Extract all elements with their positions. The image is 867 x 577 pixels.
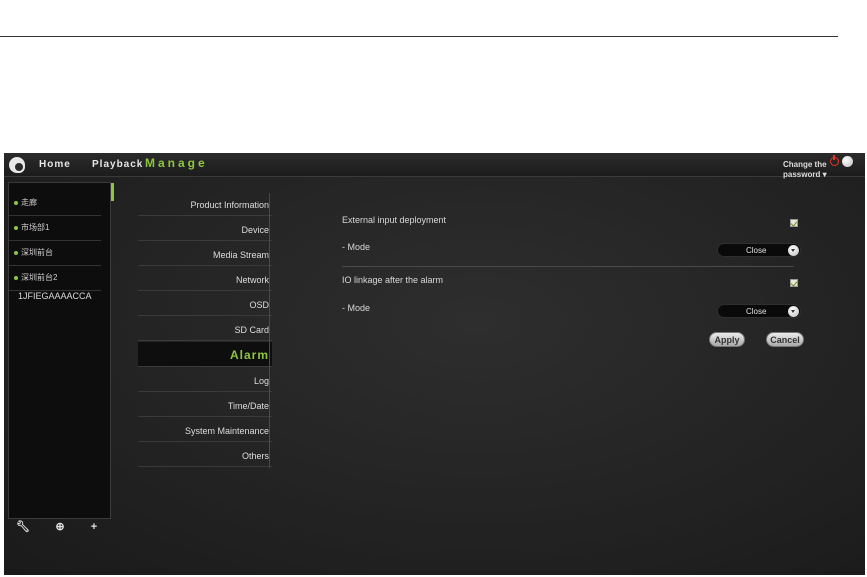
online-dot-icon <box>14 275 18 280</box>
nav-home[interactable]: Home <box>39 159 71 170</box>
device-item[interactable]: 市场部1 <box>9 216 101 241</box>
menu-item-log[interactable]: Log <box>138 367 272 392</box>
io-mode-value: Close <box>746 307 767 316</box>
io-mode-select[interactable]: Close <box>717 304 801 318</box>
menu-item-network[interactable]: Network <box>138 266 272 291</box>
device-item-plain[interactable]: 1JFIEGAAAACCA <box>18 291 92 301</box>
device-list-panel: 走廊 市场部1 深圳前台 深圳前台2 1JFIEGAAAACCA <box>8 182 114 519</box>
mode-label: - Mode <box>342 242 371 252</box>
logo-icon <box>9 157 25 173</box>
chevron-down-icon <box>788 306 799 317</box>
add-icon[interactable]: + <box>88 521 100 533</box>
document-top-rule <box>0 36 838 37</box>
io-linkage-label: IO linkage after the alarm <box>342 275 444 285</box>
device-item[interactable]: 深圳前台 <box>9 241 101 266</box>
menu-item-product-information[interactable]: Product Information <box>138 191 272 216</box>
device-toolbar: 🔧︎ ⊕ + <box>8 519 111 535</box>
cancel-button[interactable]: Cancel <box>766 332 804 347</box>
external-mode-select[interactable]: Close <box>717 243 801 257</box>
device-label: 市场部1 <box>21 223 50 232</box>
zoom-icon[interactable]: ⊕ <box>54 521 66 533</box>
device-label: 走廊 <box>21 198 37 207</box>
menu-item-alarm[interactable]: Alarm <box>138 342 272 367</box>
device-list-scrollbar[interactable] <box>111 183 114 201</box>
section-divider <box>342 266 794 267</box>
menu-item-time-date[interactable]: Time/Date <box>138 392 272 417</box>
menu-item-osd[interactable]: OSD <box>138 291 272 316</box>
chevron-down-icon <box>788 245 799 256</box>
app-window: Home Playback Manage Change the password… <box>4 153 865 575</box>
power-icon[interactable] <box>830 155 839 166</box>
menu-item-media-stream[interactable]: Media Stream <box>138 241 272 266</box>
wrench-icon[interactable]: 🔧︎ <box>16 521 30 533</box>
device-label: 深圳前台 <box>21 248 53 257</box>
online-dot-icon <box>14 225 18 230</box>
online-dot-icon <box>14 250 18 255</box>
device-item[interactable]: 深圳前台2 <box>9 266 101 291</box>
device-label: 深圳前台2 <box>21 273 58 282</box>
menu-item-device[interactable]: Device <box>138 216 272 241</box>
apply-button[interactable]: Apply <box>709 332 745 347</box>
mode-label: - Mode <box>342 303 371 313</box>
top-bar: Home Playback Manage Change the password… <box>4 153 865 180</box>
online-dot-icon <box>14 200 18 205</box>
external-input-label: External input deployment <box>342 215 447 225</box>
io-linkage-checkbox[interactable] <box>790 279 798 287</box>
nav-manage[interactable]: Manage <box>145 156 208 170</box>
change-password-link[interactable]: Change the password ▾ <box>783 160 833 180</box>
menu-item-others[interactable]: Others <box>138 442 272 467</box>
nav-playback[interactable]: Playback <box>92 159 143 170</box>
external-input-checkbox[interactable] <box>790 219 798 227</box>
globe-icon[interactable] <box>842 156 853 167</box>
device-item[interactable]: 走廊 <box>9 191 101 216</box>
menu-divider <box>269 193 270 468</box>
menu-item-system-maintenance[interactable]: System Maintenance <box>138 417 272 442</box>
external-mode-value: Close <box>746 246 767 255</box>
menu-item-sd-card[interactable]: SD Card <box>138 316 272 341</box>
